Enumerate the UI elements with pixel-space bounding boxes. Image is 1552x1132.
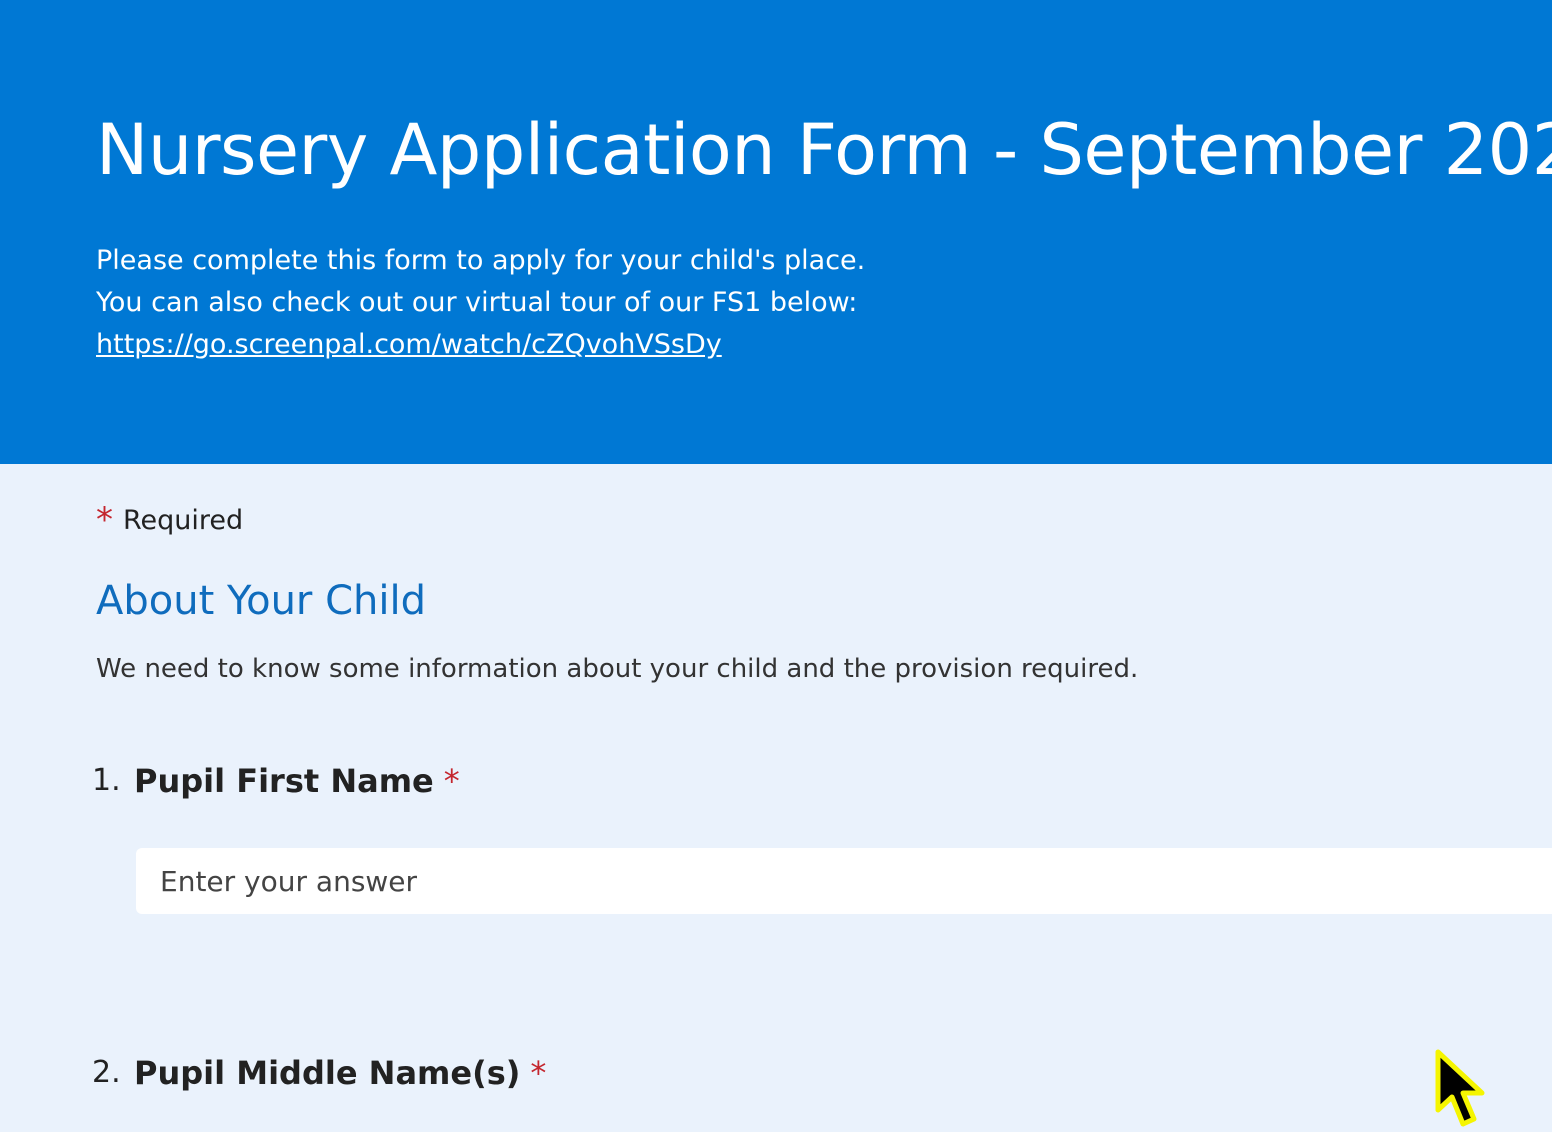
required-label: Required xyxy=(123,505,244,536)
required-asterisk: * xyxy=(443,762,460,800)
question-pupil-middle-names: 2. Pupil Middle Name(s) * xyxy=(92,1054,1552,1092)
question-label: Pupil First Name xyxy=(134,762,434,800)
form-header: Nursery Application Form - September 202… xyxy=(0,0,1552,464)
section-title: About Your Child xyxy=(96,578,426,624)
pupil-first-name-input[interactable] xyxy=(136,848,1552,914)
required-asterisk: * xyxy=(530,1054,547,1092)
required-note: * Required xyxy=(96,500,243,540)
question-pupil-first-name: 1. Pupil First Name * xyxy=(92,762,1552,914)
required-asterisk: * xyxy=(96,500,113,540)
question-label: Pupil Middle Name(s) xyxy=(134,1054,521,1092)
virtual-tour-link[interactable]: https://go.screenpal.com/watch/cZQvohVSs… xyxy=(96,329,722,360)
section-description: We need to know some information about y… xyxy=(96,654,1139,684)
question-number: 1. xyxy=(92,763,121,798)
form-description-line: You can also check out our virtual tour … xyxy=(96,287,858,318)
form-title: Nursery Application Form - September 202… xyxy=(96,109,1552,191)
form-page: Nursery Application Form - September 202… xyxy=(0,0,1552,1132)
form-description: Please complete this form to apply for y… xyxy=(96,240,865,366)
form-description-line: Please complete this form to apply for y… xyxy=(96,245,866,276)
question-number: 2. xyxy=(92,1055,121,1090)
mouse-pointer-icon xyxy=(1435,1049,1485,1127)
form-body: * Required About Your Child We need to kn… xyxy=(0,464,1552,1132)
